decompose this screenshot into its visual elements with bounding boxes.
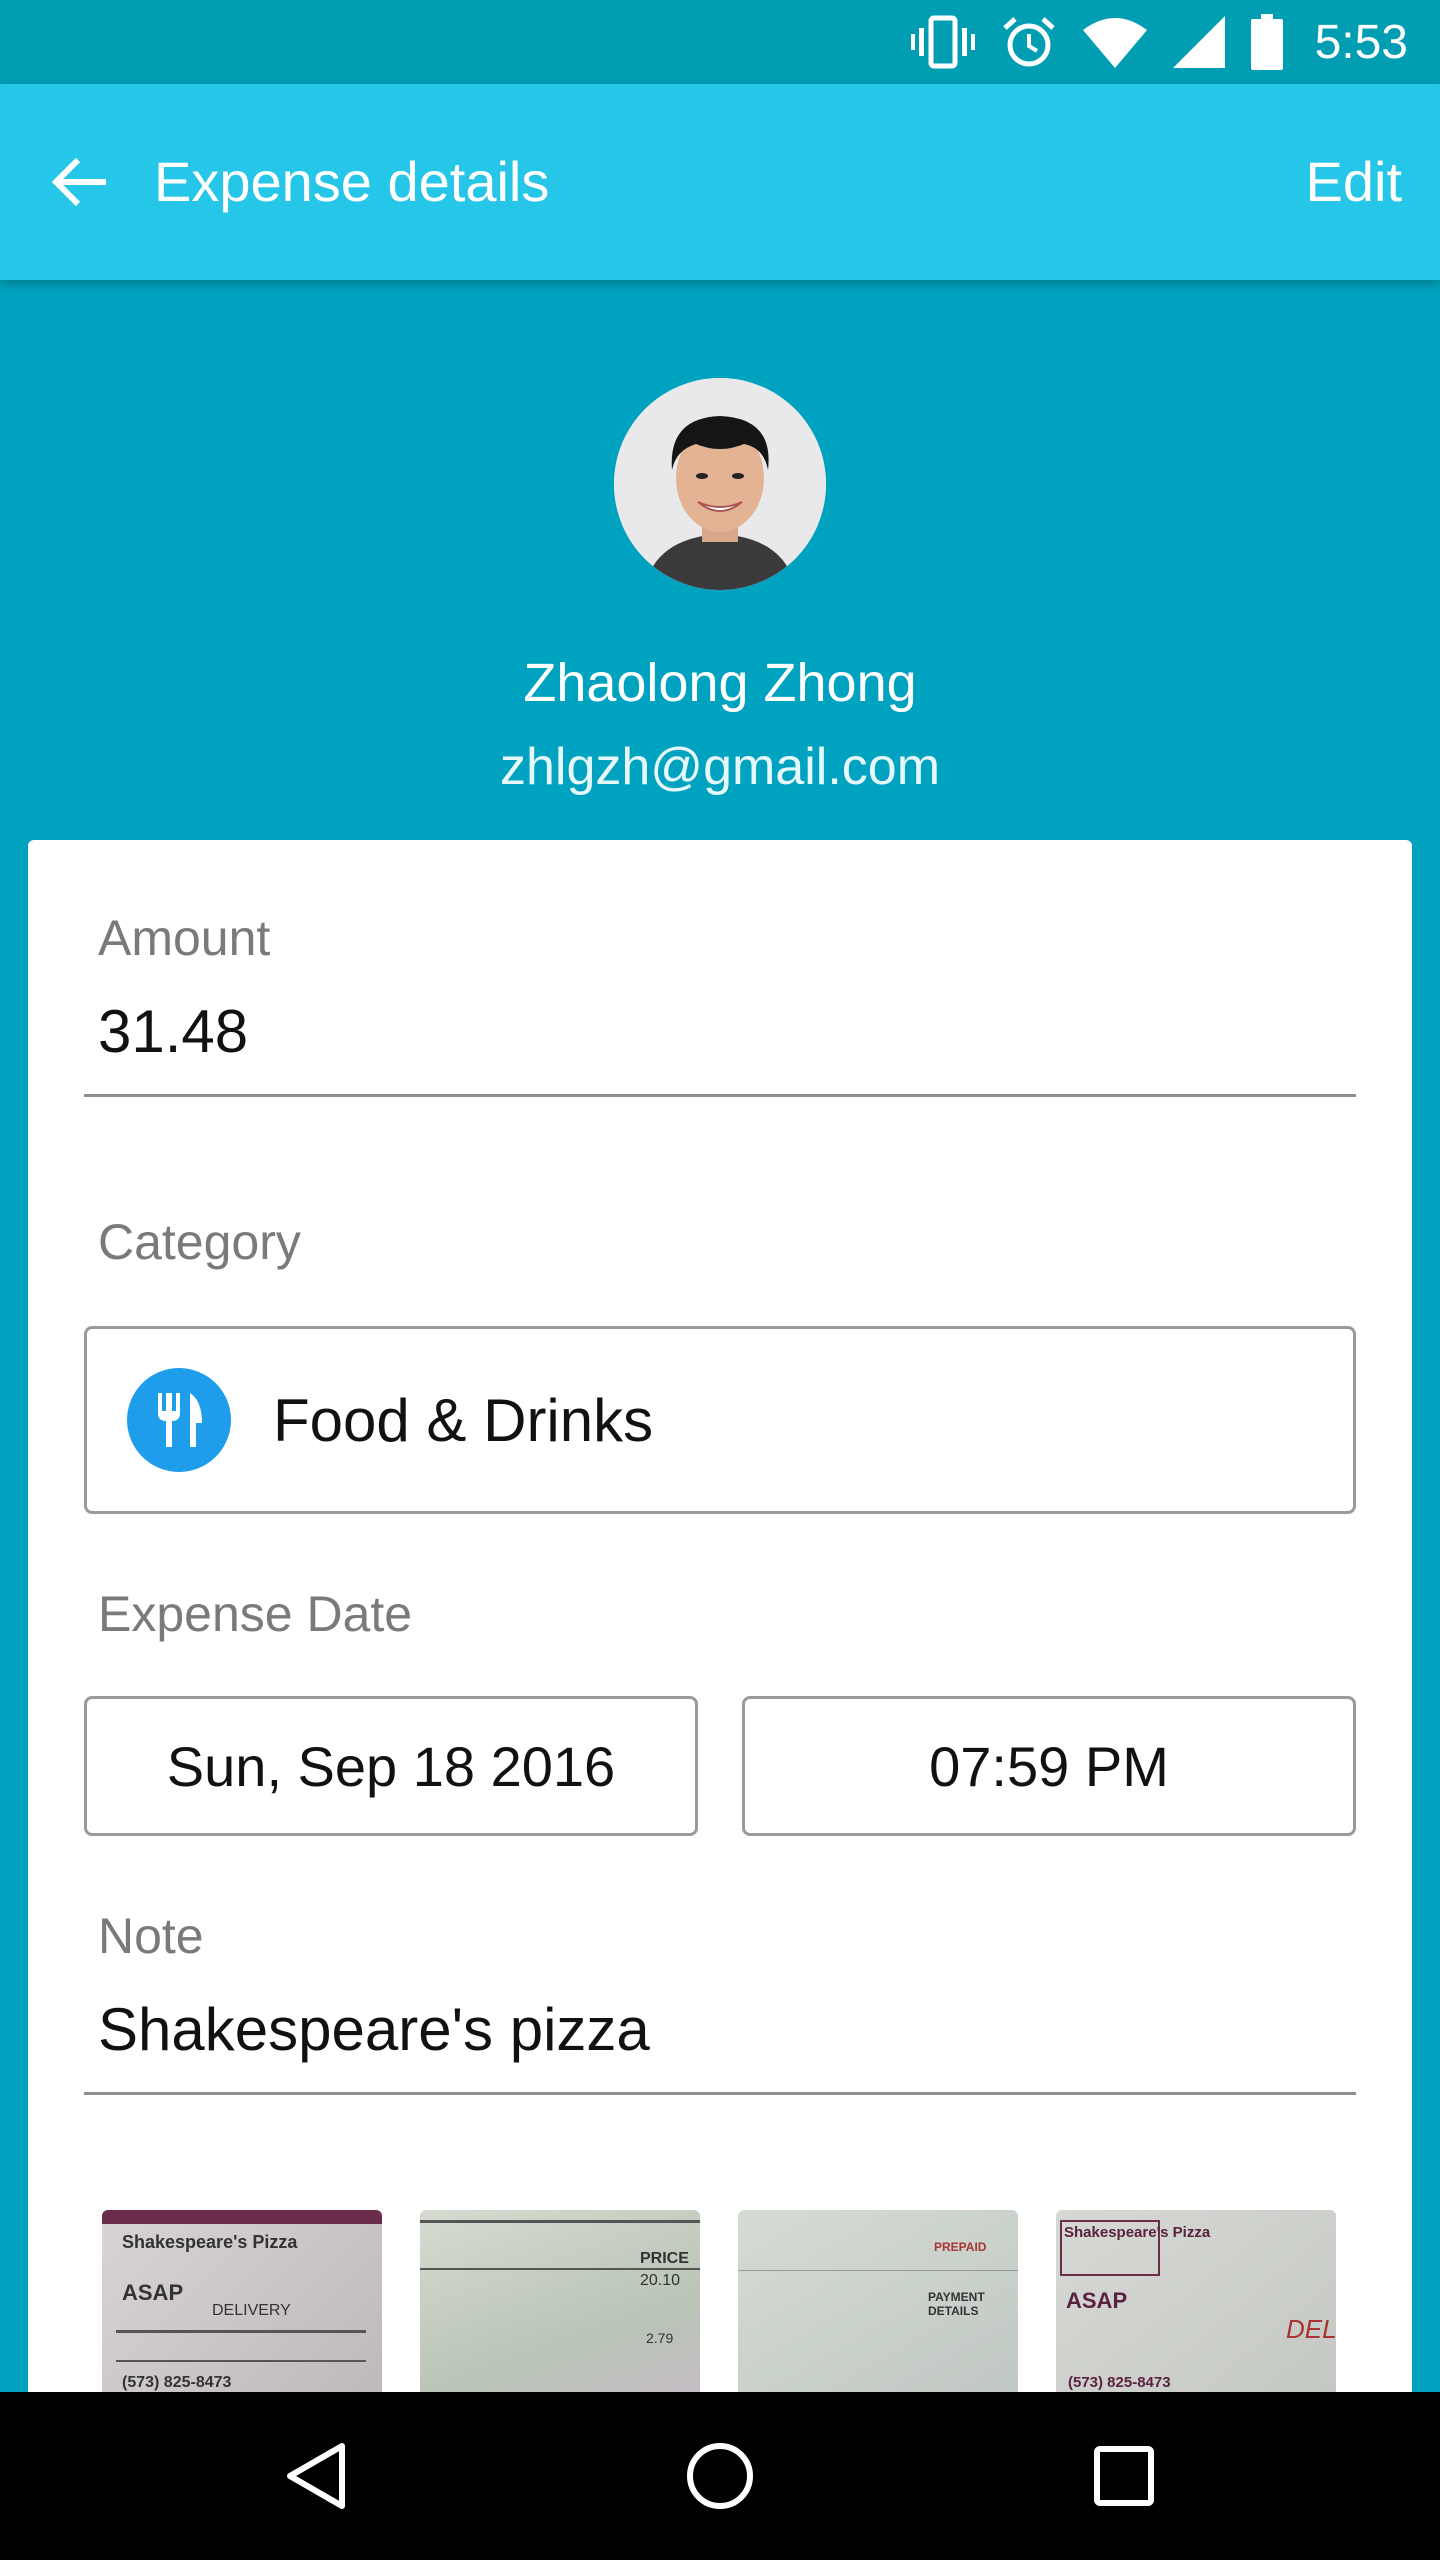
receipt-thumbnail[interactable]: PREPAID PAYMENT DETAILS: [738, 2210, 1018, 2400]
receipt-thumbnail[interactable]: Shakespeare's Pizza ASAP DELIVERY (573) …: [102, 2210, 382, 2400]
expense-date-label: Expense Date: [98, 1586, 413, 1642]
arrow-back-icon: [51, 157, 106, 207]
expense-card: Amount 31.48 Category Food & Drinks Expe…: [28, 840, 1412, 2400]
profile-email: zhlgzh@gmail.com: [499, 738, 941, 796]
fork-knife-icon: [127, 1368, 231, 1472]
nav-back-button[interactable]: [272, 2432, 360, 2520]
category-label: Category: [98, 1214, 301, 1270]
amount-field[interactable]: 31.48: [84, 992, 1356, 1097]
receipt-thumbnail[interactable]: Shakespeare's Pizza ASAP DEL (573) 825-8…: [1056, 2210, 1336, 2400]
category-selector[interactable]: Food & Drinks: [84, 1326, 1356, 1514]
back-triangle-icon: [287, 2443, 345, 2509]
status-time: 5:53: [1314, 15, 1408, 69]
home-circle-icon: [687, 2443, 753, 2509]
battery-icon: [1250, 14, 1283, 70]
amount-label: Amount: [98, 910, 271, 966]
vibrate-icon: [910, 14, 975, 70]
wifi-icon: [1082, 16, 1147, 68]
edit-button[interactable]: Edit: [1306, 144, 1403, 220]
status-bar: 5:53: [0, 0, 1440, 84]
avatar: [614, 378, 826, 590]
nav-recents-button[interactable]: [1080, 2432, 1168, 2520]
receipt-thumbnail[interactable]: PRICE 20.10 2.79: [420, 2210, 700, 2400]
page-title: Expense details: [154, 150, 550, 213]
time-picker-button[interactable]: 07:59 PM: [742, 1696, 1356, 1836]
profile-name: Zhaolong Zhong: [523, 653, 917, 713]
note-label: Note: [98, 1908, 204, 1964]
receipt-gallery: Shakespeare's Pizza ASAP DELIVERY (573) …: [102, 2210, 1362, 2400]
note-field[interactable]: Shakespeare's pizza: [84, 1990, 1356, 2095]
app-bar: Expense details Edit: [0, 84, 1440, 280]
signal-icon: [1172, 16, 1225, 68]
alarm-icon: [1001, 14, 1057, 70]
recents-square-icon: [1094, 2446, 1154, 2506]
nav-home-button[interactable]: [676, 2432, 764, 2520]
back-button[interactable]: [44, 146, 116, 218]
navigation-bar: [0, 2392, 1440, 2560]
category-value: Food & Drinks: [273, 1386, 654, 1454]
date-picker-button[interactable]: Sun, Sep 18 2016: [84, 1696, 698, 1836]
